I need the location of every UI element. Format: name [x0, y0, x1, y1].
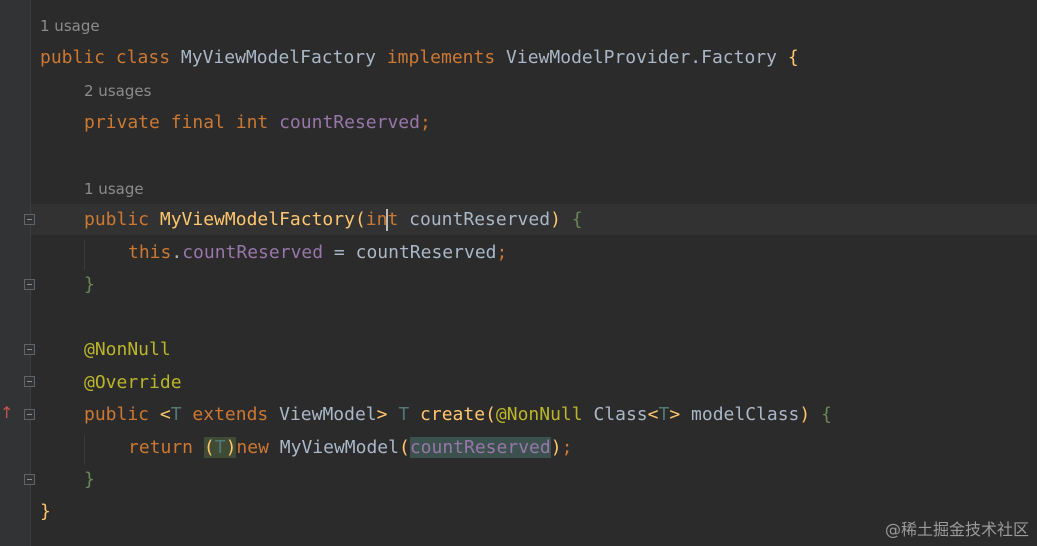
- keyword: extends: [192, 404, 269, 425]
- field-name: countReserved: [409, 437, 551, 458]
- code-line-method-close[interactable]: }: [84, 466, 95, 494]
- angle-bracket: <: [159, 404, 171, 425]
- code-line-assignment[interactable]: this.countReserved = countReserved;: [128, 239, 507, 267]
- keyword: int: [235, 112, 269, 133]
- keyword: public: [84, 209, 150, 230]
- angle-bracket: <: [647, 404, 659, 425]
- keyword: new: [236, 437, 269, 458]
- redundant-cast-highlight: (T): [203, 437, 237, 458]
- keyword: final: [170, 112, 225, 133]
- code-line-annotation-nonnull[interactable]: @NonNull: [84, 336, 171, 364]
- paren: ): [550, 437, 562, 458]
- code-line-class-declaration[interactable]: public class MyViewModelFactory implemen…: [40, 44, 799, 72]
- code-line-constructor-close[interactable]: }: [84, 271, 95, 299]
- usage-hint[interactable]: 2 usages: [84, 80, 151, 102]
- brace: {: [787, 47, 799, 68]
- keyword: public: [84, 404, 150, 425]
- method-name: create: [420, 404, 486, 425]
- class-name: MyViewModelFactory: [180, 47, 376, 68]
- keyword: private: [84, 112, 160, 133]
- keyword: class: [115, 47, 171, 68]
- interface-name: ViewModelProvider.Factory: [506, 47, 777, 68]
- param-name: countReserved: [409, 209, 551, 230]
- type-param: T: [170, 404, 182, 425]
- paren: (: [485, 404, 496, 425]
- paren: (: [398, 437, 410, 458]
- annotation: @NonNull: [495, 404, 583, 425]
- brace: {: [571, 209, 583, 230]
- semicolon: ;: [561, 437, 573, 458]
- brace: {: [821, 404, 832, 425]
- paren: (: [354, 209, 366, 230]
- code-line-field[interactable]: private final int countReserved;: [84, 109, 431, 137]
- keyword: implements: [386, 47, 496, 68]
- type-name: Class: [593, 404, 648, 425]
- type-param: T: [658, 404, 670, 425]
- usage-hint[interactable]: 1 usage: [40, 15, 100, 37]
- type-param: T: [398, 404, 410, 425]
- field-name: countReserved: [279, 112, 420, 133]
- keyword: return: [128, 437, 194, 458]
- param-name: modelClass: [691, 404, 800, 425]
- brace: }: [84, 274, 95, 295]
- semicolon: ;: [419, 112, 431, 133]
- type-name: ViewModel: [279, 404, 377, 425]
- annotation: @Override: [84, 372, 182, 393]
- type-param: T: [214, 437, 226, 458]
- code-line-class-close[interactable]: }: [40, 498, 51, 526]
- angle-bracket: >: [376, 404, 388, 425]
- param-name: countReserved: [355, 242, 497, 263]
- paren: (: [203, 437, 215, 458]
- constructor-name: MyViewModelFactory: [159, 209, 355, 230]
- class-name: MyViewModel: [279, 437, 399, 458]
- brace: }: [84, 469, 95, 490]
- semicolon: ;: [496, 242, 508, 263]
- code-line-create-method[interactable]: public <T extends ViewModel> T create(@N…: [84, 401, 832, 429]
- field-name: countReserved: [182, 242, 324, 263]
- keyword: public: [40, 47, 106, 68]
- text-caret: [386, 209, 389, 231]
- watermark: @稀土掘金技术社区: [884, 520, 1029, 539]
- annotation: @NonNull: [84, 339, 171, 360]
- angle-bracket: >: [669, 404, 681, 425]
- keyword-int-with-caret: int: [365, 209, 399, 231]
- keyword: this: [128, 242, 172, 263]
- code-area[interactable]: 1 usage public class MyViewModelFactory …: [0, 0, 1037, 546]
- code-editor[interactable]: ↑ 1 usage public class MyViewModelFactor…: [0, 0, 1037, 546]
- paren: ): [799, 404, 811, 425]
- code-line-return[interactable]: return (T)new MyViewModel(countReserved)…: [128, 434, 572, 462]
- paren: ): [225, 437, 237, 458]
- code-line-annotation-override[interactable]: @Override: [84, 369, 182, 397]
- brace: }: [40, 501, 51, 522]
- usage-hint[interactable]: 1 usage: [84, 178, 144, 200]
- paren: ): [550, 209, 561, 230]
- code-line-constructor[interactable]: public MyViewModelFactory(int countReser…: [84, 206, 583, 234]
